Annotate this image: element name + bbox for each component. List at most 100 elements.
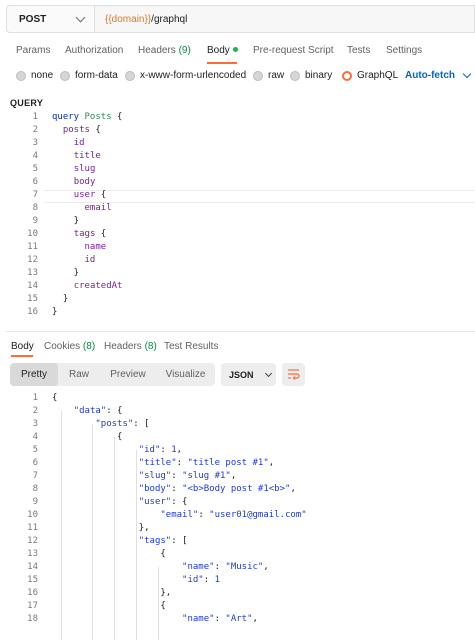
line-number: 14 — [27, 562, 38, 572]
response-line-text: "name": "Music", — [182, 562, 269, 572]
tab-response-headers[interactable]: Headers (8) — [104, 341, 157, 352]
response-line-text: "id": 1 — [182, 575, 220, 585]
pane-divider[interactable] — [6, 331, 475, 332]
chevron-down-icon — [75, 12, 86, 22]
chevron-down-icon — [462, 69, 472, 78]
query-line-text: tags { — [73, 229, 107, 239]
tab-label: Headers — [104, 341, 142, 352]
tab-label: Authorization — [65, 45, 124, 56]
radio-circle-icon — [60, 70, 70, 81]
line-number: 5 — [32, 445, 38, 455]
response-line: 4 { — [8, 432, 475, 445]
url-input[interactable]: {{domain}}/graphql — [94, 5, 475, 33]
response-line-text: "name": "Art", — [182, 614, 258, 624]
query-line-text: title — [73, 151, 101, 161]
response-line: 18 "name": "Art", — [8, 614, 475, 627]
query-line-text: body — [73, 177, 96, 187]
line-number: 5 — [32, 164, 38, 174]
line-number: 13 — [27, 268, 38, 278]
format-select[interactable]: JSON — [221, 363, 276, 386]
radio-x-www-form-urlencoded[interactable]: x-www-form-urlencoded — [125, 70, 246, 81]
mode-raw[interactable]: Raw — [58, 363, 100, 386]
query-line-text: } — [52, 307, 58, 317]
response-line-text: }, — [52, 588, 172, 598]
tab-tests[interactable]: Tests — [347, 45, 370, 56]
response-line: 3 "posts": [ — [8, 419, 475, 432]
mode-visualize[interactable]: Visualize — [156, 363, 215, 386]
wrap-lines-button[interactable] — [282, 363, 305, 386]
response-tabs: Body Cookies (8) Headers (8) Test Result… — [0, 337, 475, 357]
line-number: 10 — [27, 229, 38, 239]
tab-params[interactable]: Params — [16, 45, 50, 56]
radio-label: none — [31, 70, 54, 81]
mode-preview[interactable]: Preview — [100, 363, 156, 386]
tab-body[interactable]: Body — [207, 45, 238, 56]
response-headers-count: (8) — [144, 341, 157, 352]
mode-pretty[interactable]: Pretty — [10, 363, 58, 386]
query-line: 4 title — [8, 151, 475, 164]
method-select[interactable]: POST — [6, 5, 94, 33]
query-line-text: } — [52, 294, 69, 304]
line-number: 6 — [32, 177, 38, 187]
query-line: 7 user { — [8, 190, 475, 203]
line-number: 11 — [27, 242, 38, 252]
query-line-text: } — [52, 268, 80, 278]
body-type-options: none form-data x-www-form-urlencoded raw… — [0, 66, 475, 86]
radio-checked-icon — [342, 70, 352, 81]
response-line: 12 "tags": [ — [8, 536, 475, 549]
response-line-text: { — [52, 432, 123, 442]
radio-binary[interactable]: binary — [290, 70, 332, 81]
tab-settings[interactable]: Settings — [386, 45, 422, 56]
radio-none[interactable]: none — [16, 70, 53, 81]
query-line: 8 email — [8, 203, 475, 216]
headers-count: (9) — [178, 45, 191, 56]
tab-response-body[interactable]: Body — [11, 341, 34, 352]
line-number: 6 — [32, 458, 38, 468]
query-editor[interactable]: 1 query Posts {2 posts {3 id 4 title 5 slug… — [8, 112, 475, 326]
line-number: 12 — [27, 255, 38, 265]
response-line-text: }, — [52, 523, 150, 533]
query-line-text: id — [84, 255, 96, 265]
radio-circle-icon — [125, 70, 135, 81]
line-number: 9 — [32, 497, 38, 507]
response-line: 14 "name": "Music", — [8, 562, 475, 575]
wrap-lines-icon — [288, 369, 300, 380]
query-line: 13 } — [8, 268, 475, 281]
url-path: /graphql — [151, 13, 188, 25]
tab-label: Pre-request Script — [253, 45, 334, 56]
auto-fetch-label: Auto-fetch — [405, 70, 455, 81]
query-line-text: user { — [73, 190, 107, 200]
tab-cookies[interactable]: Cookies (8) — [44, 341, 95, 352]
query-line: 14 createdAt — [8, 281, 475, 294]
radio-circle-icon — [16, 70, 26, 81]
line-number: 13 — [27, 549, 38, 559]
radio-form-data[interactable]: form-data — [60, 70, 118, 81]
line-number: 9 — [32, 216, 38, 226]
response-line: 5 "id": 1, — [8, 445, 475, 458]
radio-raw[interactable]: raw — [253, 70, 284, 81]
radio-label: x-www-form-urlencoded — [140, 70, 247, 81]
line-number: 15 — [27, 575, 38, 585]
line-number: 17 — [27, 601, 38, 611]
active-tab-underline — [11, 355, 33, 357]
response-line: 8 "body": "<b>Body post #1<b>", — [8, 484, 475, 497]
response-line-text: "body": "<b>Body post #1<b>", — [138, 484, 296, 494]
response-line: 7 "slug": "slug #1", — [8, 471, 475, 484]
tab-test-results[interactable]: Test Results — [164, 341, 218, 352]
query-line: 2 posts { — [8, 125, 475, 138]
line-number: 18 — [27, 614, 38, 624]
tab-headers[interactable]: Headers (9) — [138, 45, 191, 56]
response-body-viewer[interactable]: 1{2 "data": {3 "posts": [4 {5 "id": 1, 6 … — [8, 393, 475, 640]
radio-graphql[interactable]: GraphQL — [342, 70, 398, 81]
line-number: 15 — [27, 294, 38, 304]
response-line-text: { — [52, 393, 58, 403]
query-line-text: createdAt — [73, 281, 123, 291]
response-line-text: "data": { — [73, 406, 123, 416]
tab-authorization[interactable]: Authorization — [65, 45, 123, 56]
response-line-text: "slug": "slug #1", — [138, 471, 237, 481]
tab-pre-request-script[interactable]: Pre-request Script — [253, 45, 334, 56]
tab-label: Cookies — [44, 341, 81, 352]
auto-fetch-dropdown[interactable]: Auto-fetch — [405, 69, 472, 81]
line-number: 1 — [32, 393, 38, 403]
line-number: 4 — [32, 432, 38, 442]
